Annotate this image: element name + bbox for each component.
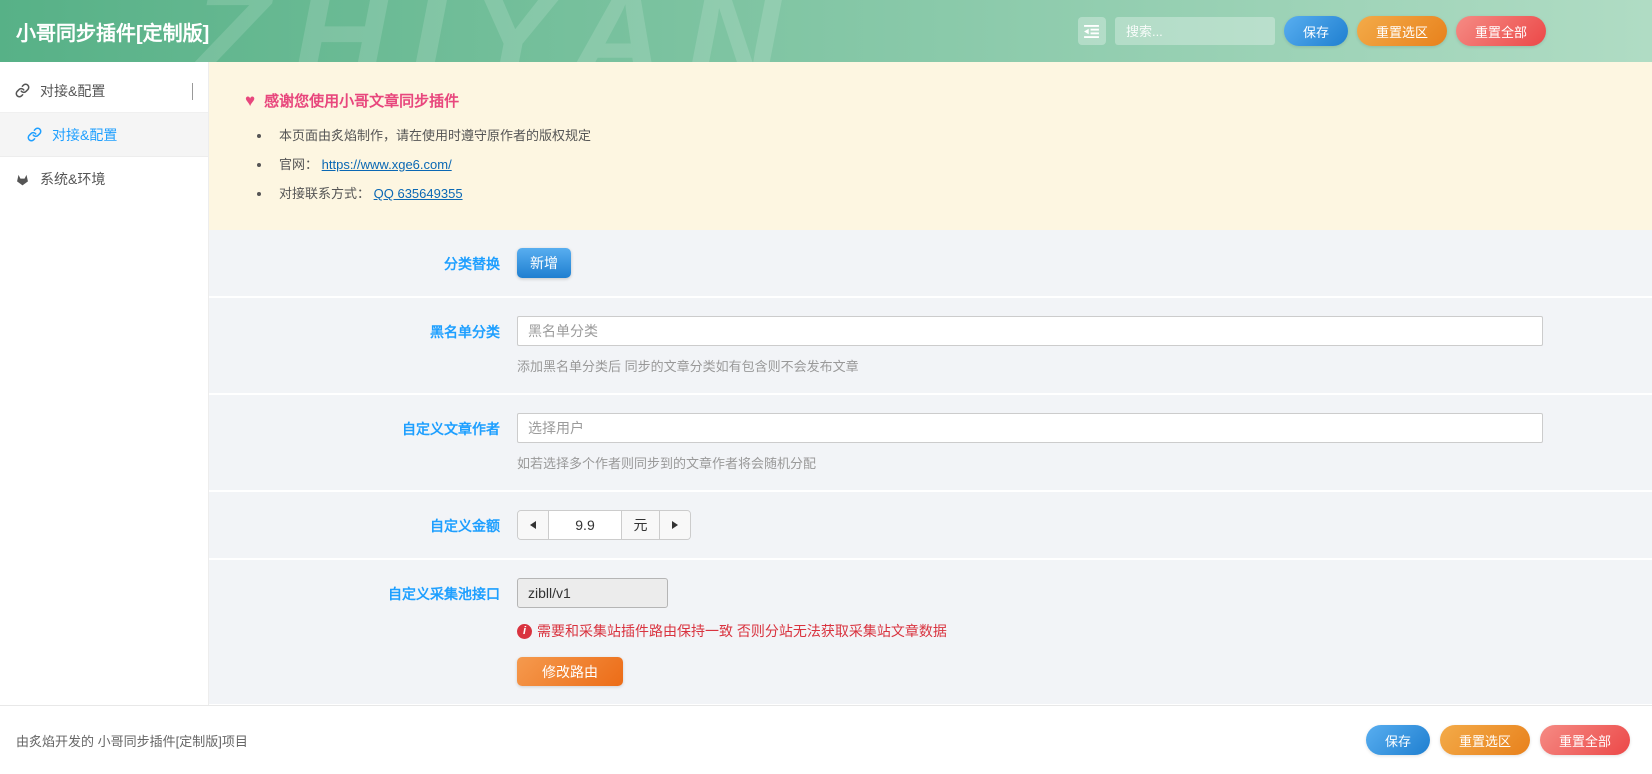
blacklist-category-input[interactable] [517,316,1543,346]
field-label: 黑名单分类 [209,316,517,375]
amount-stepper: 元 [517,510,691,540]
reset-all-button[interactable]: 重置全部 [1456,16,1546,46]
notice-box: ♥ 感谢您使用小哥文章同步插件 本页面由炙焰制作，请在使用时遵守原作者的版权规定… [209,62,1652,230]
outdent-menu-button[interactable] [1078,17,1106,45]
sidebar-item-label: 系统&环境 [40,169,105,189]
increase-amount-button[interactable] [660,511,690,539]
amount-unit-label: 元 [622,511,660,539]
field-label: 自定义文章作者 [209,413,517,472]
content-panel: ♥ 感谢您使用小哥文章同步插件 本页面由炙焰制作，请在使用时遵守原作者的版权规定… [209,62,1652,705]
footer-toolbar: 保存 重置选区 重置全部 [1366,725,1630,755]
top-header: ZHIYAN 小哥同步插件[定制版] 保存 重置选区 重置全部 [0,0,1652,62]
footer-credit-text: 由炙焰开发的 小哥同步插件[定制版]项目 [16,731,248,750]
form-row-blacklist: 黑名单分类 添加黑名单分类后 同步的文章分类如有包含则不会发布文章 [209,296,1652,393]
sidebar-item-label: 对接&配置 [52,125,117,145]
link-icon [27,127,42,142]
header-toolbar: 保存 重置选区 重置全部 [1078,16,1636,46]
footer: 由炙焰开发的 小哥同步插件[定制版]项目 保存 重置选区 重置全部 [0,705,1652,774]
app-title: 小哥同步插件[定制版] [16,17,209,46]
search-input[interactable] [1115,17,1275,45]
api-warning-text: 需要和采集站插件路由保持一致 否则分站无法获取采集站文章数据 [537,621,947,641]
notice-item-text: 官网： [279,157,318,172]
form-row-amount: 自定义金额 元 [209,490,1652,558]
notice-list: 本页面由炙焰制作，请在使用时遵守原作者的版权规定 官网： https://www… [272,125,1632,202]
official-site-link[interactable]: https://www.xge6.com/ [322,157,452,172]
sidebar-item-connect-config[interactable]: 对接&配置 [0,69,208,113]
outdent-icon [1084,25,1099,38]
api-warning: i 需要和采集站插件路由保持一致 否则分站无法获取采集站文章数据 [517,621,1543,641]
notice-item-text: 对接联系方式： [279,186,370,201]
sidebar-subitem-connect-config[interactable]: 对接&配置 [0,113,208,157]
settings-form: 分类替换 新增 黑名单分类 添加黑名单分类后 同步的文章分类如有包含则不会发布文… [209,230,1652,704]
notice-title-text: 感谢您使用小哥文章同步插件 [264,90,459,111]
main-area: 对接&配置 对接&配置 系统&环境 ♥ [0,62,1652,705]
field-label: 分类替换 [209,248,517,278]
add-category-button[interactable]: 新增 [517,248,571,278]
modify-route-button[interactable]: 修改路由 [517,657,623,686]
blacklist-help-text: 添加黑名单分类后 同步的文章分类如有包含则不会发布文章 [517,356,1543,375]
author-help-text: 如若选择多个作者则同步到的文章作者将会随机分配 [517,453,1543,472]
reset-selection-button-footer[interactable]: 重置选区 [1440,725,1530,755]
amount-value-input[interactable] [548,511,622,539]
gitlab-icon [15,172,30,187]
notice-item-text: 本页面由炙焰制作，请在使用时遵守原作者的版权规定 [279,128,591,143]
form-row-api: 自定义采集池接口 i 需要和采集站插件路由保持一致 否则分站无法获取采集站文章数… [209,558,1652,704]
info-icon: i [517,624,532,639]
notice-item: 官网： https://www.xge6.com/ [272,154,1632,173]
form-row-author: 自定义文章作者 如若选择多个作者则同步到的文章作者将会随机分配 [209,393,1652,490]
field-label: 自定义采集池接口 [209,578,517,686]
save-button[interactable]: 保存 [1284,16,1348,46]
field-label: 自定义金额 [209,510,517,540]
author-select-input[interactable] [517,413,1543,443]
notice-title: ♥ 感谢您使用小哥文章同步插件 [245,90,1632,111]
sidebar-item-label: 对接&配置 [40,81,105,101]
brand-watermark: ZHIYAN [190,0,804,62]
notice-item: 对接联系方式： QQ 635649355 [272,183,1632,202]
chevron-down-icon [192,83,193,99]
collection-api-input[interactable] [517,578,668,608]
sidebar-item-system-env[interactable]: 系统&环境 [0,157,208,201]
left-arrow-icon [530,521,536,529]
form-row-category-replace: 分类替换 新增 [209,230,1652,296]
qq-contact-link[interactable]: QQ 635649355 [374,186,463,201]
right-arrow-icon [672,521,678,529]
decrease-amount-button[interactable] [518,511,548,539]
heart-icon: ♥ [245,92,255,109]
reset-all-button-footer[interactable]: 重置全部 [1540,725,1630,755]
notice-item: 本页面由炙焰制作，请在使用时遵守原作者的版权规定 [272,125,1632,144]
sidebar: 对接&配置 对接&配置 系统&环境 [0,62,209,705]
link-icon [15,83,30,98]
save-button-footer[interactable]: 保存 [1366,725,1430,755]
reset-selection-button[interactable]: 重置选区 [1357,16,1447,46]
